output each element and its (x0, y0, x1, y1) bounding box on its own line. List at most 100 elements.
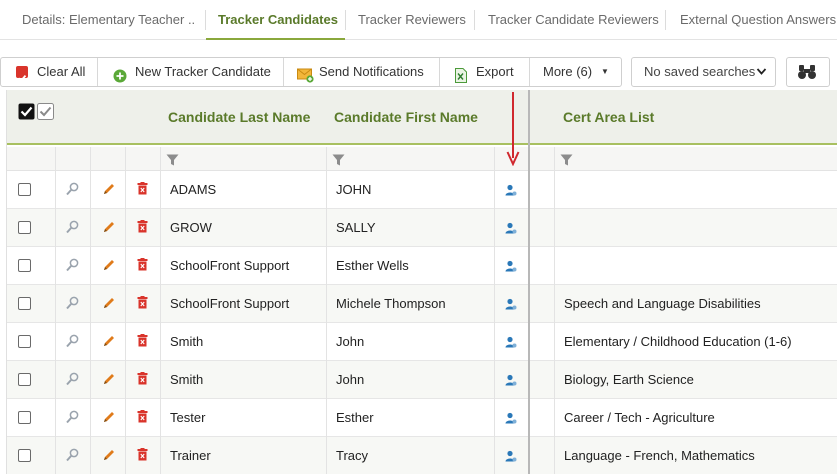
cell-cert-area: Elementary / Childhood Education (1-6) (564, 334, 792, 349)
column-header-cert-area[interactable]: Cert Area List (563, 90, 654, 145)
cell-first-name: Michele Thompson (336, 296, 446, 311)
cell-cert-area: Speech and Language Disabilities (564, 296, 761, 311)
table-row[interactable]: Smith John Biology, Earth Science (7, 361, 837, 399)
view-magnifier-icon[interactable] (66, 334, 79, 353)
cell-cert-area (564, 209, 834, 246)
delete-trash-icon[interactable] (137, 410, 148, 428)
more-dropdown-button[interactable]: More (6) ▼ (543, 58, 615, 86)
envelope-add-icon (297, 65, 315, 83)
toolbar-divider (529, 58, 530, 86)
row-checkbox[interactable] (18, 449, 31, 462)
cell-cert-area: Career / Tech - Agriculture (564, 410, 715, 425)
edit-pencil-icon[interactable] (102, 410, 115, 429)
table-row[interactable]: SchoolFront Support Esther Wells (7, 247, 837, 285)
export-label: Export (476, 64, 514, 79)
column-header-first-name[interactable]: Candidate First Name (334, 90, 478, 145)
send-notifications-label: Send Notifications (319, 64, 424, 79)
user-profile-icon[interactable] (505, 335, 517, 353)
clear-check-icon (16, 66, 28, 82)
cell-cert-area (564, 171, 834, 208)
cell-first-name: John (336, 334, 365, 349)
user-profile-icon[interactable] (505, 183, 517, 201)
delete-trash-icon[interactable] (137, 258, 148, 276)
row-checkbox[interactable] (18, 335, 31, 348)
new-tracker-candidate-button[interactable]: New Tracker Candidate (113, 58, 281, 86)
filter-funnel-icon[interactable] (332, 153, 345, 171)
cell-last-name: Trainer (170, 448, 211, 463)
table-row[interactable]: Tester Esther Career / Tech - Agriculture (7, 399, 837, 437)
row-checkbox[interactable] (18, 411, 31, 424)
row-checkbox[interactable] (18, 183, 31, 196)
row-checkbox[interactable] (18, 297, 31, 310)
column-header-last-name[interactable]: Candidate Last Name (168, 90, 310, 145)
edit-pencil-icon[interactable] (102, 448, 115, 467)
edit-pencil-icon[interactable] (102, 182, 115, 201)
filter-funnel-icon[interactable] (166, 153, 179, 171)
view-magnifier-icon[interactable] (66, 220, 79, 239)
tab-details[interactable]: Details: Elementary Teacher ... (22, 0, 194, 40)
view-magnifier-icon[interactable] (66, 372, 79, 391)
table-row[interactable]: ADAMS JOHN (7, 171, 837, 209)
edit-pencil-icon[interactable] (102, 372, 115, 391)
delete-trash-icon[interactable] (137, 182, 148, 200)
row-checkbox[interactable] (18, 221, 31, 234)
tab-tracker-candidate-reviewers[interactable]: Tracker Candidate Reviewers (488, 0, 660, 40)
add-circle-icon (113, 65, 127, 83)
view-magnifier-icon[interactable] (66, 448, 79, 467)
table-row[interactable]: Smith John Elementary / Childhood Educatio… (7, 323, 837, 361)
column-divider (125, 147, 126, 474)
export-button[interactable]: Export (455, 58, 525, 86)
table-row[interactable]: Trainer Tracy Language - French, Mathemati… (7, 437, 837, 474)
user-profile-icon[interactable] (505, 297, 517, 315)
edit-pencil-icon[interactable] (102, 220, 115, 239)
row-checkbox[interactable] (18, 373, 31, 386)
delete-trash-icon[interactable] (137, 334, 148, 352)
frozen-column-splitter[interactable] (528, 90, 530, 474)
user-profile-icon[interactable] (505, 221, 517, 239)
delete-trash-icon[interactable] (137, 448, 148, 466)
view-magnifier-icon[interactable] (66, 410, 79, 429)
search-binoculars-button[interactable] (786, 57, 830, 87)
edit-pencil-icon[interactable] (102, 334, 115, 353)
saved-searches-select[interactable]: No saved searches (631, 57, 776, 87)
edit-pencil-icon[interactable] (102, 258, 115, 277)
cell-cert-area: Language - French, Mathematics (564, 448, 755, 463)
tab-divider (345, 10, 346, 30)
delete-trash-icon[interactable] (137, 220, 148, 238)
tab-tracker-candidates[interactable]: Tracker Candidates (206, 0, 345, 40)
row-checkbox[interactable] (18, 259, 31, 272)
send-notifications-button[interactable]: Send Notifications (297, 58, 437, 86)
cell-cert-area: Biology, Earth Science (564, 372, 694, 387)
toolbar-button-group: Clear All New Tracker Candidate Send Not… (0, 57, 622, 87)
table-row[interactable]: GROW SALLY (7, 209, 837, 247)
filter-funnel-icon[interactable] (560, 153, 573, 171)
tab-external-question-answers[interactable]: External Question Answers (680, 0, 837, 40)
clear-all-button[interactable]: Clear All (15, 58, 97, 86)
table-row[interactable]: SchoolFront Support Michele Thompson Speec… (7, 285, 837, 323)
tab-tracker-reviewers[interactable]: Tracker Reviewers (358, 0, 470, 40)
edit-pencil-icon[interactable] (102, 296, 115, 315)
grid-header: Candidate Last Name Candidate First Name… (7, 90, 837, 145)
column-divider (326, 147, 327, 474)
cell-last-name: SchoolFront Support (170, 296, 290, 311)
user-profile-icon[interactable] (505, 449, 517, 467)
user-profile-icon[interactable] (505, 259, 517, 277)
excel-file-icon (455, 65, 467, 83)
view-magnifier-icon[interactable] (66, 296, 79, 315)
select-all-checkbox-icon[interactable] (18, 103, 35, 120)
user-profile-icon[interactable] (505, 373, 517, 391)
delete-trash-icon[interactable] (137, 372, 148, 390)
user-profile-icon[interactable] (505, 411, 517, 429)
column-divider (160, 147, 161, 474)
select-page-checkbox-icon[interactable] (37, 103, 54, 120)
cell-first-name: John (336, 372, 365, 387)
delete-trash-icon[interactable] (137, 296, 148, 314)
view-magnifier-icon[interactable] (66, 182, 79, 201)
caret-down-icon: ▼ (601, 67, 609, 76)
view-magnifier-icon[interactable] (66, 258, 79, 277)
cell-last-name: Smith (170, 372, 204, 387)
cell-first-name: Tracy (336, 448, 369, 463)
toolbar-divider (97, 58, 98, 86)
cell-first-name: Esther (336, 410, 374, 425)
cell-first-name: Esther Wells (336, 258, 409, 273)
